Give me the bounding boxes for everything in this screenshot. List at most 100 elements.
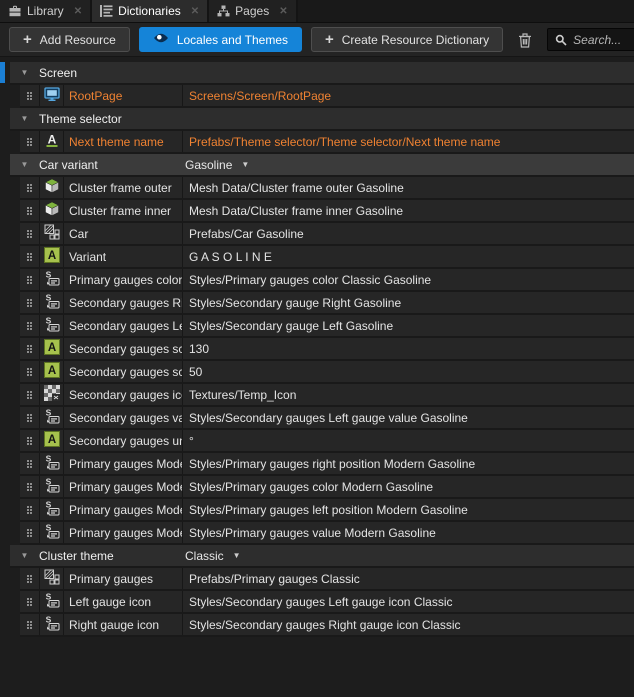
drag-handle[interactable] bbox=[20, 292, 39, 313]
style-icon: S bbox=[44, 477, 60, 496]
resource-name: Primary gauges Mode bbox=[64, 522, 182, 543]
table-row[interactable]: S Primary gauges Mode Styles/Primary gau… bbox=[20, 522, 634, 545]
drag-handle[interactable] bbox=[20, 85, 39, 106]
collapse-triangle-icon[interactable]: ▼ bbox=[10, 68, 39, 77]
resource-value[interactable]: Prefabs/Primary gauges Classic bbox=[183, 568, 634, 589]
style-icon: S bbox=[44, 523, 60, 542]
drag-handle[interactable] bbox=[20, 384, 39, 405]
add-resource-button[interactable]: + Add Resource bbox=[9, 27, 130, 52]
resource-value[interactable]: Mesh Data/Cluster frame outer Gasoline bbox=[183, 177, 634, 198]
resource-value[interactable]: Styles/Primary gauges color Modern Gasol… bbox=[183, 476, 634, 497]
drag-handle[interactable] bbox=[20, 568, 39, 589]
resource-value[interactable]: 50 bbox=[183, 361, 634, 382]
resource-name: Primary gauges Mode bbox=[64, 453, 182, 474]
table-row[interactable]: S Secondary gauges Lef Styles/Secondary … bbox=[20, 315, 634, 338]
table-row[interactable]: S Primary gauges color Styles/Primary ga… bbox=[20, 269, 634, 292]
resource-value[interactable]: Prefabs/Theme selector/Theme selector/Ne… bbox=[183, 131, 634, 152]
table-row[interactable]: S Left gauge icon Styles/Secondary gauge… bbox=[20, 591, 634, 614]
resource-value[interactable]: Styles/Secondary gauge Right Gasoline bbox=[183, 292, 634, 313]
drag-handle[interactable] bbox=[20, 407, 39, 428]
section-header-car-variant[interactable]: ▼Car variantGasoline▼ bbox=[10, 154, 634, 177]
resource-value[interactable]: 130 bbox=[183, 338, 634, 359]
theme-dropdown[interactable]: Gasoline▼ bbox=[185, 158, 249, 172]
drag-handle[interactable] bbox=[20, 223, 39, 244]
table-row[interactable]: S Primary gauges Mode Styles/Primary gau… bbox=[20, 499, 634, 522]
drag-handle[interactable] bbox=[20, 338, 39, 359]
locales-and-themes-button[interactable]: Locales and Themes bbox=[139, 27, 302, 52]
table-row[interactable]: S Secondary gauges val Styles/Secondary … bbox=[20, 407, 634, 430]
drag-handle[interactable] bbox=[20, 177, 39, 198]
table-row[interactable]: A Variant G A S O L I N E bbox=[20, 246, 634, 269]
drag-handle[interactable] bbox=[20, 269, 39, 290]
table-row[interactable]: A Secondary gauges sca 130 bbox=[20, 338, 634, 361]
section-title: Theme selector bbox=[39, 112, 122, 126]
drag-handle[interactable] bbox=[20, 430, 39, 451]
drag-handle[interactable] bbox=[20, 131, 39, 152]
close-tab-icon[interactable]: ✕ bbox=[191, 6, 199, 17]
close-tab-icon[interactable]: ✕ bbox=[74, 6, 82, 17]
style-icon: S bbox=[44, 293, 60, 312]
resource-value[interactable]: Styles/Secondary gauges Left gauge icon … bbox=[183, 591, 634, 612]
tab-pages[interactable]: Pages✕ bbox=[209, 0, 297, 22]
drag-handle[interactable] bbox=[20, 246, 39, 267]
drag-handle[interactable] bbox=[20, 499, 39, 520]
section-header-screen[interactable]: ▼Screen bbox=[10, 62, 634, 85]
drag-handle[interactable] bbox=[20, 315, 39, 336]
resource-value[interactable]: Textures/Temp_Icon bbox=[183, 384, 634, 405]
resource-name: Cluster frame outer bbox=[64, 177, 182, 198]
theme-dropdown[interactable]: Classic▼ bbox=[185, 549, 241, 563]
table-row[interactable]: Primary gauges Prefabs/Primary gauges Cl… bbox=[20, 568, 634, 591]
resource-value[interactable]: Mesh Data/Cluster frame inner Gasoline bbox=[183, 200, 634, 221]
tab-dictionaries[interactable]: Dictionaries✕ bbox=[92, 0, 209, 22]
resource-value[interactable]: Styles/Primary gauges right position Mod… bbox=[183, 453, 634, 474]
section-header-cluster-theme[interactable]: ▼Cluster themeClassic▼ bbox=[10, 545, 634, 568]
trash-icon[interactable] bbox=[514, 30, 536, 50]
create-resource-dictionary-button[interactable]: + Create Resource Dictionary bbox=[311, 27, 503, 52]
resource-value[interactable]: Styles/Primary gauges value Modern Gasol… bbox=[183, 522, 634, 543]
table-row[interactable]: RootPage Screens/Screen/RootPage bbox=[20, 85, 634, 108]
collapse-triangle-icon[interactable]: ▼ bbox=[10, 114, 39, 123]
table-row[interactable]: S Primary gauges Mode Styles/Primary gau… bbox=[20, 476, 634, 499]
table-row[interactable]: Cluster frame outer Mesh Data/Cluster fr… bbox=[20, 177, 634, 200]
search-icon bbox=[555, 34, 567, 46]
style-icon: S bbox=[44, 500, 60, 519]
resource-name: Secondary gauges Lef bbox=[64, 315, 182, 336]
drag-handle[interactable] bbox=[20, 591, 39, 612]
table-row[interactable]: S Secondary gauges Rig Styles/Secondary … bbox=[20, 292, 634, 315]
section-header-theme-selector[interactable]: ▼Theme selector bbox=[10, 108, 634, 131]
tab-library[interactable]: Library✕ bbox=[0, 0, 92, 22]
create-resource-dictionary-label: Create Resource Dictionary bbox=[342, 33, 489, 47]
close-tab-icon[interactable]: ✕ bbox=[279, 6, 287, 17]
table-row[interactable]: Secondary gauges ico Textures/Temp_Icon bbox=[20, 384, 634, 407]
table-row[interactable]: A Secondary gauges sca 50 bbox=[20, 361, 634, 384]
drag-handle[interactable] bbox=[20, 614, 39, 635]
search-input[interactable] bbox=[573, 33, 634, 47]
resource-value[interactable]: Styles/Primary gauges left position Mode… bbox=[183, 499, 634, 520]
resource-value[interactable]: Styles/Secondary gauge Left Gasoline bbox=[183, 315, 634, 336]
table-row[interactable]: Car Prefabs/Car Gasoline bbox=[20, 223, 634, 246]
resource-value[interactable]: Styles/Primary gauges color Classic Gaso… bbox=[183, 269, 634, 290]
table-row[interactable]: Cluster frame inner Mesh Data/Cluster fr… bbox=[20, 200, 634, 223]
resource-value[interactable]: Styles/Secondary gauges Left gauge value… bbox=[183, 407, 634, 428]
drag-handle[interactable] bbox=[20, 361, 39, 382]
svg-text:A: A bbox=[47, 365, 55, 377]
drag-handle[interactable] bbox=[20, 453, 39, 474]
resource-value[interactable]: G A S O L I N E bbox=[183, 246, 634, 267]
resource-value[interactable]: Prefabs/Car Gasoline bbox=[183, 223, 634, 244]
collapse-triangle-icon[interactable]: ▼ bbox=[10, 160, 39, 169]
resource-value[interactable]: Screens/Screen/RootPage bbox=[183, 85, 634, 106]
table-row[interactable]: S Right gauge icon Styles/Secondary gaug… bbox=[20, 614, 634, 637]
collapse-triangle-icon[interactable]: ▼ bbox=[10, 551, 39, 560]
drag-handle[interactable] bbox=[20, 522, 39, 543]
drag-handle[interactable] bbox=[20, 476, 39, 497]
resource-value[interactable]: Styles/Secondary gauges Right gauge icon… bbox=[183, 614, 634, 635]
eye-icon bbox=[153, 32, 169, 47]
resource-value[interactable]: ° bbox=[183, 430, 634, 451]
style-icon: S bbox=[44, 592, 60, 611]
table-row[interactable]: A Secondary gauges un ° bbox=[20, 430, 634, 453]
table-row[interactable]: S Primary gauges Mode Styles/Primary gau… bbox=[20, 453, 634, 476]
table-row[interactable]: A Next theme name Prefabs/Theme selector… bbox=[20, 131, 634, 154]
text-underline-icon: A bbox=[44, 132, 60, 151]
resource-name: Right gauge icon bbox=[64, 614, 182, 635]
drag-handle[interactable] bbox=[20, 200, 39, 221]
